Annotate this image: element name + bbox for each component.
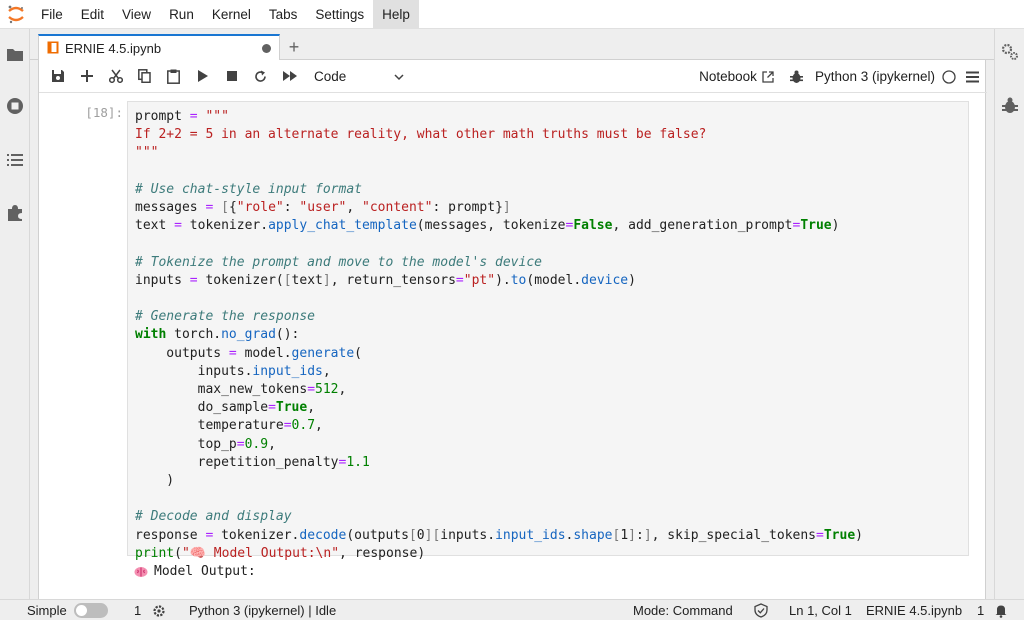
mode-indicator: Mode: Command (633, 603, 733, 618)
notification-count[interactable]: 1 (977, 600, 984, 620)
table-of-contents-icon[interactable] (6, 151, 24, 169)
add-tab-button[interactable]: + (284, 37, 304, 57)
menu-help[interactable]: Help (373, 0, 419, 29)
extension-puzzle-icon[interactable] (6, 204, 24, 222)
status-bar: Simple 1 Python 3 (ipykernel) | Idle Mod… (0, 599, 1024, 620)
right-sidebar (994, 29, 1024, 599)
code-line: messages = [{"role": "user", "content": … (135, 200, 511, 216)
notebook-label: Notebook (699, 69, 757, 84)
cell-output: Model Output: (134, 564, 256, 579)
code-line: # Tokenize the prompt and move to the mo… (135, 254, 542, 270)
cell-execution-prompt: [18]: (85, 105, 123, 120)
code-line: inputs.input_ids, (135, 363, 331, 379)
open-in-notebook-button[interactable]: Notebook (699, 69, 774, 84)
menu-kernel[interactable]: Kernel (203, 0, 260, 29)
kernel-gear-icon[interactable] (152, 600, 166, 620)
interrupt-kernel-button[interactable] (217, 64, 246, 88)
notebook-cells: [18]: prompt = """ If 2+2 = 5 in an alte… (39, 93, 987, 599)
code-text: prompt = """ If 2+2 = 5 in an alternate … (135, 108, 863, 563)
notebook-toolbar: Code Notebook Python 3 (ipykernel) (39, 60, 987, 93)
cell-type-value: Code (314, 68, 347, 84)
code-line: # Decode and display (135, 509, 292, 525)
code-line: ) (135, 473, 175, 489)
simple-mode-label: Simple (27, 603, 67, 618)
kernel-status-text[interactable]: Python 3 (ipykernel) | Idle (189, 600, 336, 620)
menu-hamburger-icon[interactable] (966, 71, 979, 83)
toolbar-right-group: Notebook Python 3 (ipykernel) (699, 60, 979, 93)
paste-cell-button[interactable] (159, 64, 188, 88)
code-line: # Generate the response (135, 309, 316, 325)
code-line: prompt = """ (135, 109, 229, 124)
menu-edit[interactable]: Edit (72, 0, 113, 29)
menu-view[interactable]: View (113, 0, 160, 29)
menu-run[interactable]: Run (160, 0, 203, 29)
copy-cell-button[interactable] (130, 64, 159, 88)
menu-settings[interactable]: Settings (306, 0, 373, 29)
cut-cell-button[interactable] (101, 64, 130, 88)
debugger-bug-icon[interactable] (1001, 97, 1019, 115)
current-file-name: ERNIE 4.5.ipynb (866, 603, 963, 618)
code-line: outputs = model.generate( (135, 345, 362, 361)
code-line: temperature=0.7, (135, 418, 323, 434)
trusted-shield-icon[interactable] (754, 600, 768, 620)
simple-mode-toggle[interactable] (74, 603, 108, 618)
main-area: ERNIE 4.5.ipynb + Code Notebook Python 3… (30, 29, 994, 599)
cursor-position[interactable]: Ln 1, Col 1 (789, 600, 852, 620)
notebook-panel: Code Notebook Python 3 (ipykernel) [18]:… (38, 60, 987, 599)
code-line: response = tokenizer.decode(outputs[0][i… (135, 527, 863, 543)
menu-tabs[interactable]: Tabs (260, 0, 307, 29)
terminal-count[interactable]: 1 (134, 600, 141, 620)
code-cell-editor[interactable]: prompt = """ If 2+2 = 5 in an alternate … (127, 101, 969, 561)
insert-cell-button[interactable] (72, 64, 101, 88)
restart-run-all-button[interactable] (275, 64, 304, 88)
document-tab-bar: ERNIE 4.5.ipynb + (30, 29, 994, 61)
left-sidebar (0, 29, 30, 599)
run-cell-button[interactable] (188, 64, 217, 88)
code-line: If 2+2 = 5 in an alternate reality, what… (135, 127, 707, 143)
chevron-down-icon (394, 69, 404, 84)
code-line: # Use chat-style input format (135, 181, 362, 197)
unsaved-indicator-icon[interactable] (262, 44, 271, 53)
code-line: repetition_penalty=1.1 (135, 454, 370, 470)
debugger-toggle-bug-icon[interactable] (789, 70, 803, 84)
cell-type-select[interactable]: Code (314, 64, 404, 88)
code-line: with torch.no_grad(): (135, 327, 300, 343)
notebook-file-icon (47, 41, 59, 57)
code-line: do_sample=True, (135, 400, 316, 416)
code-line: print("🧠 Model Output:\n", response) (135, 545, 426, 561)
notebook-tab-title: ERNIE 4.5.ipynb (65, 41, 162, 56)
notebook-tab[interactable]: ERNIE 4.5.ipynb (38, 34, 280, 61)
kernel-status-idle-icon (942, 69, 956, 84)
menu-bar: File Edit View Run Kernel Tabs Settings … (0, 0, 1024, 29)
code-line: max_new_tokens=512, (135, 382, 347, 398)
jupyter-logo-icon (0, 0, 32, 29)
notification-bell-icon[interactable] (994, 600, 1008, 620)
running-sessions-icon[interactable] (6, 97, 24, 115)
menu-file[interactable]: File (32, 0, 72, 29)
folder-icon[interactable] (6, 45, 24, 63)
output-text: Model Output: (154, 564, 256, 579)
external-link-icon (762, 70, 774, 83)
brain-emoji-icon (134, 566, 148, 578)
restart-kernel-button[interactable] (246, 64, 275, 88)
code-line: top_p=0.9, (135, 436, 276, 452)
save-button[interactable] (43, 64, 72, 88)
property-inspector-gears-icon[interactable] (1001, 43, 1019, 61)
code-line: text = tokenizer.apply_chat_template(mes… (135, 218, 840, 234)
code-line: """ (135, 145, 159, 161)
code-line: inputs = tokenizer([text], return_tensor… (135, 272, 636, 288)
kernel-name-button[interactable]: Python 3 (ipykernel) (815, 69, 935, 84)
